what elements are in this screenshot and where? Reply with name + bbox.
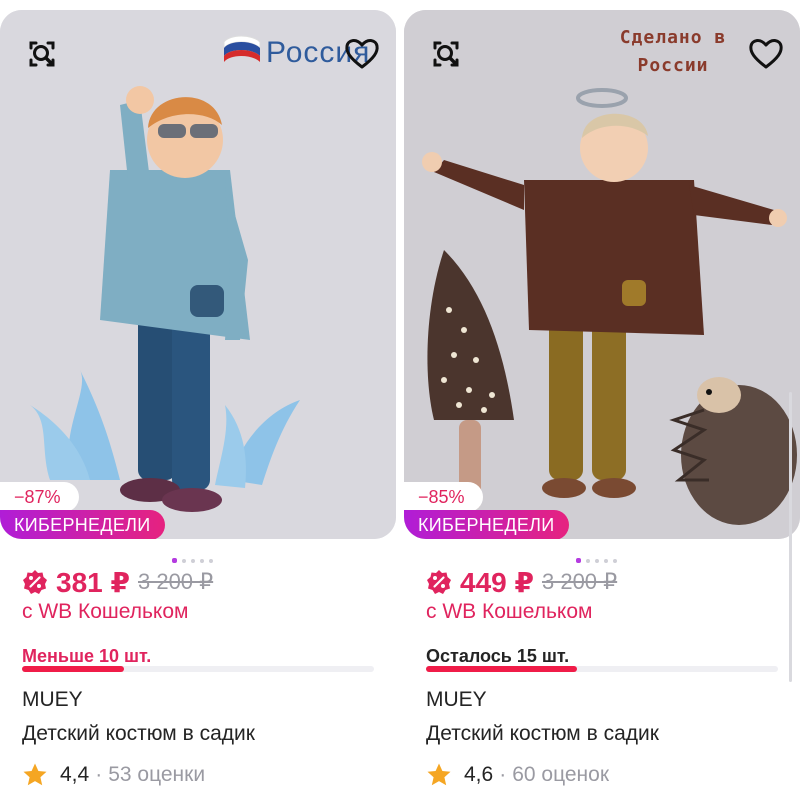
rating-row: 4,4 · 53 оценки bbox=[22, 762, 205, 788]
product-image bbox=[404, 10, 800, 539]
product-image bbox=[0, 10, 396, 539]
wallet-text: с WB Кошельком bbox=[426, 600, 593, 623]
price-row: 449 ₽ 3 200 ₽ bbox=[426, 562, 617, 602]
russia-flag-icon bbox=[223, 35, 261, 62]
heart-icon[interactable] bbox=[746, 34, 786, 74]
heart-icon[interactable] bbox=[342, 34, 382, 74]
reviews-count[interactable]: 53 оценки bbox=[108, 763, 205, 787]
rating-row: 4,6 · 60 оценок bbox=[426, 762, 609, 788]
image-search-icon[interactable] bbox=[426, 34, 466, 74]
old-price: 3 200 ₽ bbox=[541, 569, 618, 594]
percent-badge-icon bbox=[23, 570, 47, 594]
origin-label-line: России bbox=[637, 55, 709, 76]
origin-label-line: Сделано в bbox=[619, 27, 727, 48]
separator-dot: · bbox=[499, 763, 507, 786]
stock-bar-fill bbox=[22, 666, 125, 672]
product-photo[interactable]: Сделано в России −85% КИБЕРНЕДЕЛИ bbox=[404, 10, 800, 539]
stock-text: Осталось 15 шт. bbox=[426, 646, 570, 666]
price-row: 381 ₽ 3 200 ₽ bbox=[22, 562, 213, 602]
discount-badge: −87% bbox=[0, 482, 79, 512]
reviews-count[interactable]: 60 оценок bbox=[512, 763, 609, 787]
product-name[interactable]: Детский костюм в садик bbox=[426, 722, 659, 746]
star-icon bbox=[23, 763, 47, 786]
product-card-2[interactable]: Сделано в России −85% КИБЕРНЕДЕЛИ 449 ₽ … bbox=[404, 10, 800, 792]
scrollbar[interactable] bbox=[789, 392, 792, 682]
origin-label: Сделано в России bbox=[598, 24, 748, 80]
gallery-dots bbox=[576, 552, 636, 564]
current-price: 449 ₽ bbox=[460, 566, 534, 598]
old-price: 3 200 ₽ bbox=[137, 569, 214, 594]
gallery-dots bbox=[172, 552, 232, 564]
image-search-icon[interactable] bbox=[22, 34, 62, 74]
separator-dot: · bbox=[95, 763, 103, 786]
wallet-text: с WB Кошельком bbox=[22, 600, 189, 623]
product-card-1[interactable]: Россия −87% КИБЕРНЕДЕЛИ 381 ₽ 3 200 ₽ с … bbox=[0, 10, 396, 792]
product-photo[interactable]: Россия −87% КИБЕРНЕДЕЛИ bbox=[0, 10, 396, 539]
percent-badge-icon bbox=[427, 570, 451, 594]
discount-badge: −85% bbox=[404, 482, 483, 512]
product-name[interactable]: Детский костюм в садик bbox=[22, 722, 255, 746]
promo-badge: КИБЕРНЕДЕЛИ bbox=[0, 510, 165, 539]
rating-value: 4,4 bbox=[60, 763, 90, 786]
stock-bar bbox=[426, 666, 778, 672]
stock-text: Меньше 10 шт. bbox=[22, 646, 152, 666]
rating-value: 4,6 bbox=[464, 763, 494, 786]
brand-name[interactable]: MUEY bbox=[426, 688, 487, 712]
brand-name[interactable]: MUEY bbox=[22, 688, 83, 712]
promo-badge: КИБЕРНЕДЕЛИ bbox=[404, 510, 569, 539]
stock-bar-fill bbox=[426, 666, 578, 672]
current-price: 381 ₽ bbox=[56, 566, 130, 598]
star-icon bbox=[427, 763, 451, 786]
stock-bar bbox=[22, 666, 374, 672]
